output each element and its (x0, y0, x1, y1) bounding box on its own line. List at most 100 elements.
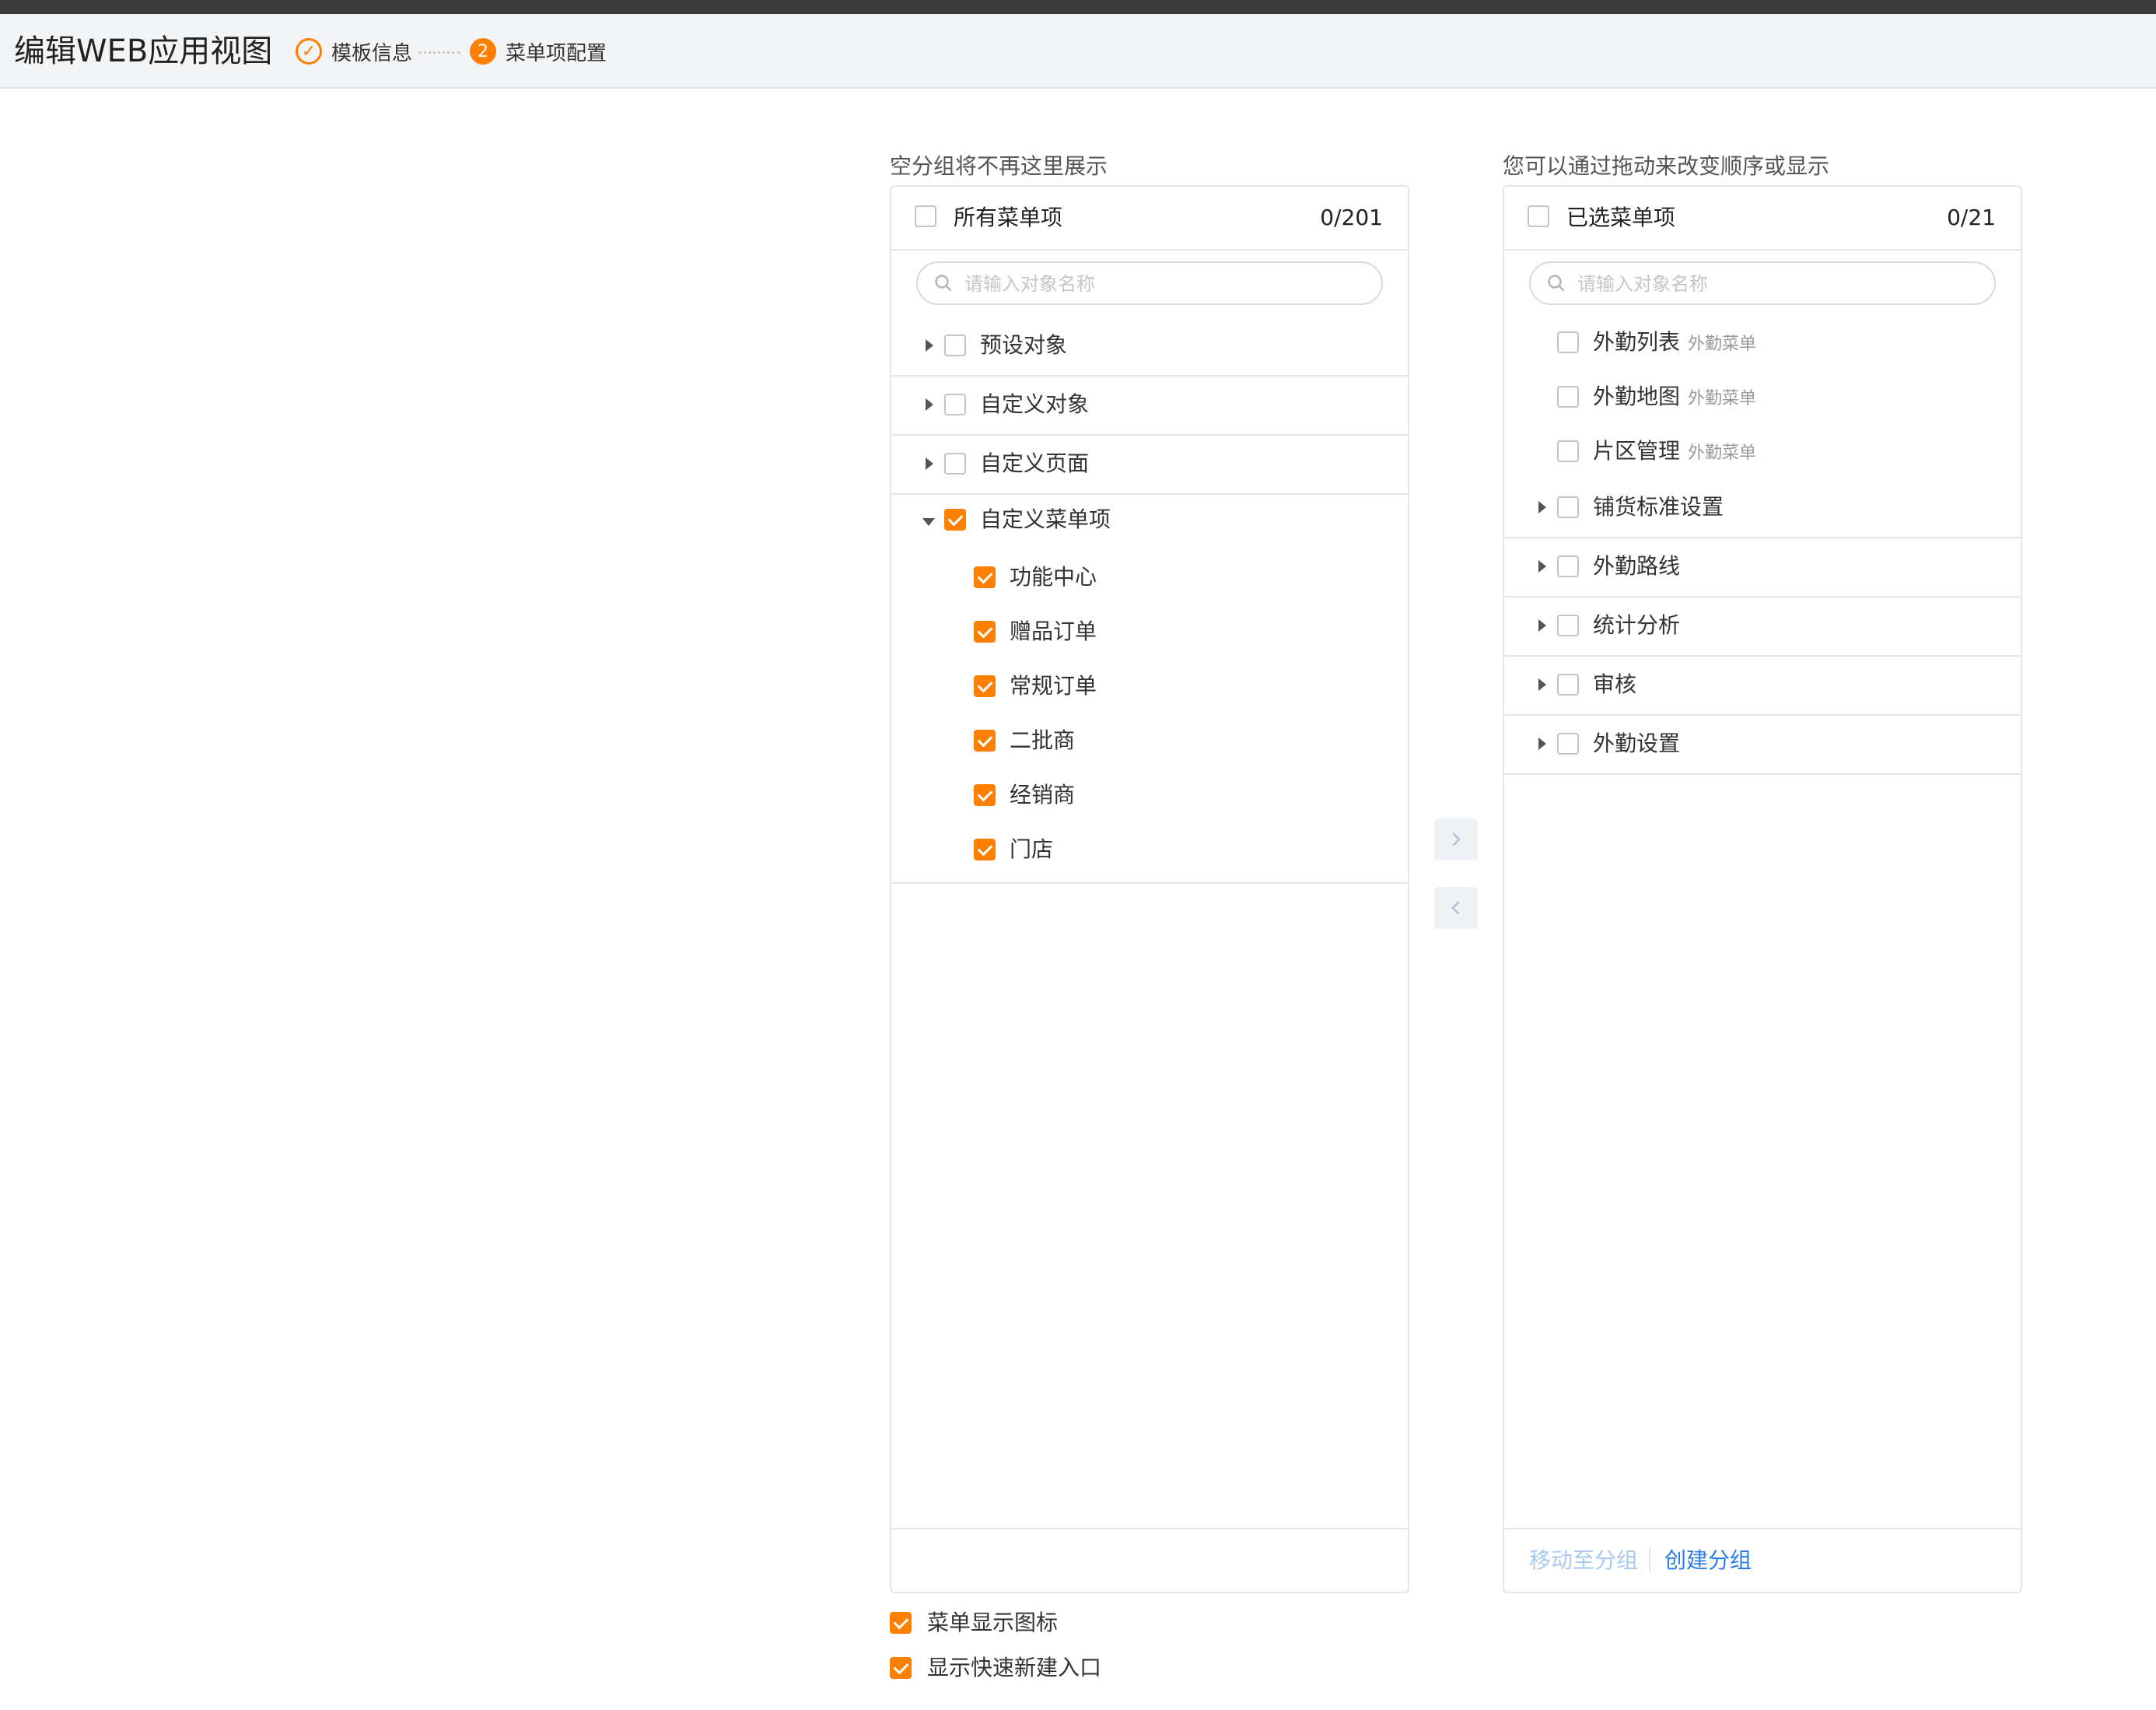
tree-group-custom-pages[interactable]: 自定义页面 (891, 436, 1408, 495)
chevron-left-icon (1451, 901, 1460, 915)
move-left-button[interactable] (1434, 887, 1478, 929)
option-label: 显示快速新建入口 (927, 1655, 1102, 1680)
step-label: 模板信息 (331, 41, 413, 65)
group-label: 统计分析 (1593, 612, 1681, 638)
item-checkbox[interactable] (974, 784, 996, 806)
option-checkbox[interactable] (890, 1657, 912, 1679)
selected-group[interactable]: 统计分析 (1504, 597, 2021, 657)
item-name: 片区管理 (1593, 438, 1681, 464)
caret-right-icon[interactable] (926, 339, 933, 352)
step-template-info[interactable]: ✓ 模板信息 (296, 36, 412, 67)
option-checkbox[interactable] (890, 1612, 912, 1634)
caret-right-icon[interactable] (1538, 678, 1546, 691)
chevron-right-icon (1452, 832, 1461, 846)
selected-item[interactable]: 片区管理 外勤菜单 (1504, 425, 2021, 479)
group-checkbox[interactable] (1557, 674, 1579, 696)
step-label: 菜单项配置 (506, 41, 607, 65)
select-all-checkbox[interactable] (1528, 205, 1549, 227)
step-menu-config[interactable]: 2 菜单项配置 (470, 36, 607, 67)
item-checkbox[interactable] (1557, 386, 1579, 408)
group-label: 审核 (1593, 671, 1637, 697)
panel-header: 所有菜单项 0/201 (891, 187, 1408, 251)
item-checkbox[interactable] (974, 839, 996, 860)
search-icon (1548, 275, 1565, 292)
selected-item[interactable]: 外勤地图 外勤菜单 (1504, 370, 2021, 425)
group-checkbox[interactable] (944, 335, 966, 356)
left-panel-caption: 空分组将不再这里展示 (890, 153, 1108, 179)
item-tag: 外勤菜单 (1688, 443, 1757, 463)
selected-group[interactable]: 审核 (1504, 657, 2021, 716)
select-all-checkbox[interactable] (915, 205, 936, 227)
check-circle-icon: ✓ (296, 38, 322, 65)
item-label: 二批商 (1010, 727, 1076, 753)
tree-group-custom-menu-items[interactable]: 自定义菜单项 (891, 492, 1408, 551)
group-label: 自定义页面 (980, 450, 1090, 476)
caret-right-icon[interactable] (1538, 560, 1546, 573)
search-box (1529, 261, 1996, 305)
item-checkbox[interactable] (974, 675, 996, 697)
search-input[interactable] (963, 266, 1370, 302)
right-panel-caption: 您可以通过拖动来改变顺序或显示 (1503, 153, 1830, 179)
panel-title: 已选菜单项 (1566, 205, 1676, 230)
selected-item[interactable]: 外勤列表 外勤菜单 (1504, 316, 2021, 370)
selected-group[interactable]: 外勤设置 (1504, 716, 2021, 775)
caret-right-icon[interactable] (1538, 738, 1546, 750)
tree-item[interactable]: 门店 (891, 823, 1408, 878)
group-checkbox[interactable] (1557, 733, 1579, 755)
group-checkbox[interactable] (944, 453, 966, 475)
group-checkbox[interactable] (1557, 496, 1579, 518)
selected-group[interactable]: 外勤路线 (1504, 538, 2021, 597)
item-checkbox[interactable] (974, 621, 996, 643)
panel-header: 已选菜单项 0/21 (1504, 187, 2021, 251)
item-label: 经销商 (1010, 782, 1076, 808)
item-checkbox[interactable] (974, 566, 996, 588)
item-checkbox[interactable] (1557, 331, 1579, 353)
option-show-quick-create[interactable]: 显示快速新建入口 (890, 1652, 1101, 1684)
item-tag: 外勤菜单 (1688, 389, 1757, 408)
move-right-button[interactable] (1434, 818, 1478, 860)
tree-item[interactable]: 功能中心 (891, 551, 1408, 605)
move-to-group-link[interactable]: 移动至分组 (1529, 1545, 1638, 1576)
item-label: 赠品订单 (1010, 618, 1097, 644)
option-label: 菜单显示图标 (927, 1610, 1059, 1635)
caret-right-icon[interactable] (1538, 501, 1546, 513)
caret-down-icon[interactable] (922, 518, 935, 526)
tree-group-custom-objects[interactable]: 自定义对象 (891, 377, 1408, 436)
selection-count: 0/201 (1320, 205, 1383, 230)
tree-item[interactable]: 赠品订单 (891, 605, 1408, 660)
tree-item[interactable]: 常规订单 (891, 660, 1408, 714)
panel-footer (891, 1528, 1408, 1592)
caret-right-icon[interactable] (926, 398, 933, 411)
selected-menu-items-panel: 已选菜单项 0/21 外勤列表外勤菜单 外勤地图外勤菜单 片区管理外勤菜单 铺货… (1503, 185, 2022, 1593)
item-label: 外勤地图 外勤菜单 (1593, 381, 1756, 415)
item-name: 外勤列表 (1593, 329, 1681, 355)
item-checkbox[interactable] (1557, 440, 1579, 462)
tree-item[interactable]: 经销商 (891, 769, 1408, 823)
item-checkbox[interactable] (974, 730, 996, 752)
caret-right-icon[interactable] (1538, 619, 1546, 632)
group-label: 铺货标准设置 (1593, 494, 1724, 520)
group-checkbox[interactable] (944, 394, 966, 415)
step-number: 2 (470, 38, 496, 65)
group-checkbox[interactable] (1557, 615, 1579, 636)
group-checkbox[interactable] (1557, 555, 1579, 577)
tree-item[interactable]: 二批商 (891, 714, 1408, 769)
search-icon (935, 275, 952, 292)
item-label: 门店 (1010, 836, 1054, 862)
window-top-strip (0, 0, 2156, 14)
group-checkbox[interactable] (944, 509, 966, 531)
option-show-menu-icon[interactable]: 菜单显示图标 (890, 1607, 1058, 1638)
selection-count: 0/21 (1947, 205, 1996, 230)
group-label: 预设对象 (980, 332, 1068, 358)
page-header: 编辑WEB应用视图 ✓ 模板信息 2 菜单项配置 (0, 14, 2156, 89)
search-input[interactable] (1576, 266, 1983, 302)
panel-title: 所有菜单项 (954, 205, 1063, 230)
create-group-link[interactable]: 创建分组 (1664, 1545, 1752, 1576)
item-tag: 外勤菜单 (1688, 335, 1757, 354)
footer-separator (1649, 1548, 1650, 1572)
item-label: 片区管理 外勤菜单 (1593, 436, 1756, 469)
item-label: 外勤列表 外勤菜单 (1593, 327, 1756, 360)
tree-group-preset-objects[interactable]: 预设对象 (891, 317, 1408, 377)
caret-right-icon[interactable] (926, 457, 933, 470)
selected-group[interactable]: 铺货标准设置 (1504, 479, 2021, 538)
